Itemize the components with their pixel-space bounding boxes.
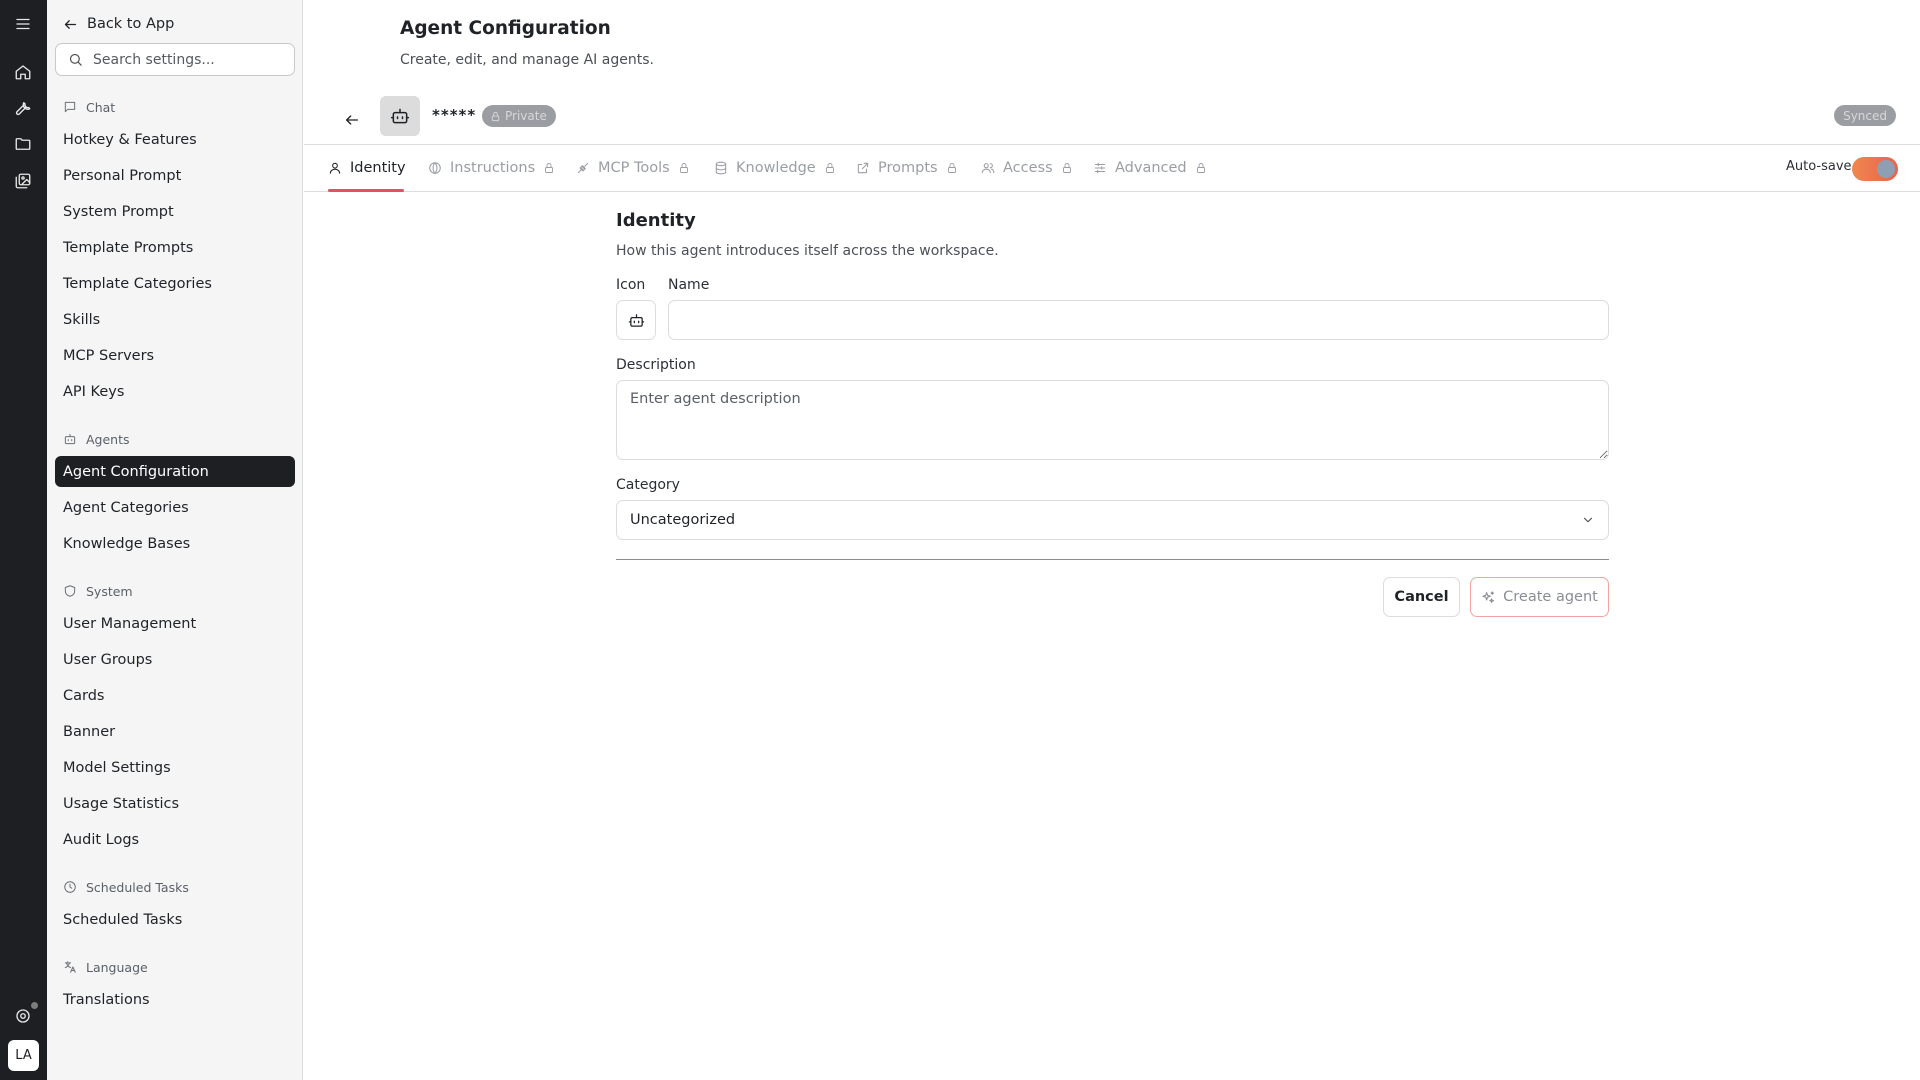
category-label: Category — [616, 477, 680, 493]
chat-icon — [63, 100, 77, 114]
back-button[interactable] — [340, 108, 364, 132]
category-value: Uncategorized — [630, 512, 736, 528]
section-description: How this agent introduces itself across … — [616, 243, 999, 259]
icon-label: Icon — [616, 277, 646, 293]
sidebar-item-model-settings[interactable]: Model Settings — [55, 752, 295, 783]
globe-icon — [428, 161, 442, 175]
home-icon[interactable] — [11, 60, 35, 84]
name-label: Name — [668, 277, 710, 293]
sidebar-item-usage-statistics[interactable]: Usage Statistics — [55, 788, 295, 819]
bot-icon — [63, 432, 77, 446]
tab-bar: Identity Instructions MCP Tools Knowledg… — [304, 144, 1920, 192]
section-title: Identity — [616, 210, 696, 231]
sidebar-item-audit-logs[interactable]: Audit Logs — [55, 824, 295, 855]
menu-icon[interactable] — [11, 12, 35, 36]
visibility-badge: Private — [482, 105, 556, 127]
back-to-app-link[interactable]: Back to App — [63, 12, 174, 36]
lock-icon — [678, 162, 690, 174]
agent-name: ***** — [432, 106, 477, 124]
user-icon — [328, 161, 342, 175]
lock-icon — [946, 162, 958, 174]
toggle-knob — [1877, 160, 1895, 178]
group-label-chat: Chat — [63, 97, 115, 117]
tab-access[interactable]: Access — [981, 145, 1073, 191]
name-field[interactable] — [668, 300, 1609, 340]
search-icon — [68, 52, 83, 67]
lock-icon — [1061, 162, 1073, 174]
sidebar-item-user-management[interactable]: User Management — [55, 608, 295, 639]
sidebar-item-skills[interactable]: Skills — [55, 304, 295, 335]
lock-icon — [824, 162, 836, 174]
database-icon — [714, 161, 728, 175]
lock-icon — [1195, 162, 1207, 174]
page-title: Agent Configuration — [400, 18, 611, 39]
tab-mcp-tools[interactable]: MCP Tools — [576, 145, 690, 191]
tab-identity[interactable]: Identity — [328, 145, 406, 191]
clock-icon — [63, 880, 77, 894]
page-subtitle: Create, edit, and manage AI agents. — [400, 52, 654, 68]
wrench-icon[interactable] — [11, 96, 35, 120]
tab-knowledge[interactable]: Knowledge — [714, 145, 836, 191]
description-field[interactable] — [616, 380, 1609, 460]
sync-status-badge: Synced — [1834, 105, 1896, 126]
sidebar-item-hotkey-features[interactable]: Hotkey & Features — [55, 124, 295, 155]
sidebar-item-agent-configuration[interactable]: Agent Configuration — [55, 456, 295, 487]
sidebar-item-template-categories[interactable]: Template Categories — [55, 268, 295, 299]
agent-icon-picker[interactable] — [616, 300, 656, 340]
search-input[interactable] — [93, 51, 283, 68]
sidebar-item-mcp-servers[interactable]: MCP Servers — [55, 340, 295, 371]
sidebar-item-personal-prompt[interactable]: Personal Prompt — [55, 160, 295, 191]
arrow-left-icon — [63, 17, 78, 32]
plug-icon — [576, 161, 590, 175]
sidebar-item-scheduled-tasks[interactable]: Scheduled Tasks — [55, 904, 295, 935]
sliders-icon — [1093, 161, 1107, 175]
sidebar-item-template-prompts[interactable]: Template Prompts — [55, 232, 295, 263]
group-label-system: System — [63, 581, 133, 601]
group-label-agents: Agents — [63, 429, 130, 449]
shield-icon — [63, 584, 77, 598]
back-to-app-label: Back to App — [87, 16, 175, 32]
bot-icon — [628, 312, 645, 329]
bot-icon — [390, 106, 410, 126]
users-icon — [981, 161, 995, 175]
sparkles-icon — [1481, 590, 1496, 605]
category-select[interactable]: Uncategorized — [616, 500, 1609, 540]
settings-sidebar: Back to App Chat Hotkey & Features Perso… — [47, 0, 303, 1080]
app-rail: LA — [0, 0, 47, 1080]
lock-icon — [543, 162, 555, 174]
sidebar-item-agent-categories[interactable]: Agent Categories — [55, 492, 295, 523]
sidebar-item-banner[interactable]: Banner — [55, 716, 295, 747]
sidebar-item-translations[interactable]: Translations — [55, 984, 295, 1015]
agent-avatar[interactable] — [380, 96, 420, 136]
avatar[interactable]: LA — [8, 1040, 39, 1071]
notification-dot — [31, 1002, 38, 1009]
arrow-left-icon — [344, 112, 360, 128]
description-label: Description — [616, 357, 696, 373]
group-label-language: Language — [63, 957, 148, 977]
settings-search[interactable] — [55, 43, 295, 76]
sidebar-item-user-groups[interactable]: User Groups — [55, 644, 295, 675]
sidebar-item-knowledge-bases[interactable]: Knowledge Bases — [55, 528, 295, 559]
autosave-toggle[interactable] — [1852, 157, 1898, 181]
group-label-scheduled-tasks: Scheduled Tasks — [63, 877, 189, 897]
active-tab-indicator — [328, 189, 404, 192]
sidebar-item-system-prompt[interactable]: System Prompt — [55, 196, 295, 227]
translate-icon — [63, 960, 77, 974]
lock-icon — [490, 111, 501, 122]
cancel-button[interactable]: Cancel — [1383, 577, 1460, 617]
share-icon — [856, 161, 870, 175]
chevron-down-icon — [1581, 513, 1595, 527]
folder-icon[interactable] — [11, 132, 35, 156]
gallery-icon[interactable] — [11, 169, 35, 193]
form-divider — [616, 559, 1609, 560]
sidebar-item-api-keys[interactable]: API Keys — [55, 376, 295, 407]
create-agent-button[interactable]: Create agent — [1470, 577, 1609, 617]
autosave-label: Auto-save — [1786, 159, 1852, 174]
main-content: Agent Configuration Create, edit, and ma… — [304, 0, 1920, 1080]
sidebar-item-cards[interactable]: Cards — [55, 680, 295, 711]
tab-instructions[interactable]: Instructions — [428, 145, 555, 191]
tab-advanced[interactable]: Advanced — [1093, 145, 1207, 191]
tab-prompts[interactable]: Prompts — [856, 145, 958, 191]
